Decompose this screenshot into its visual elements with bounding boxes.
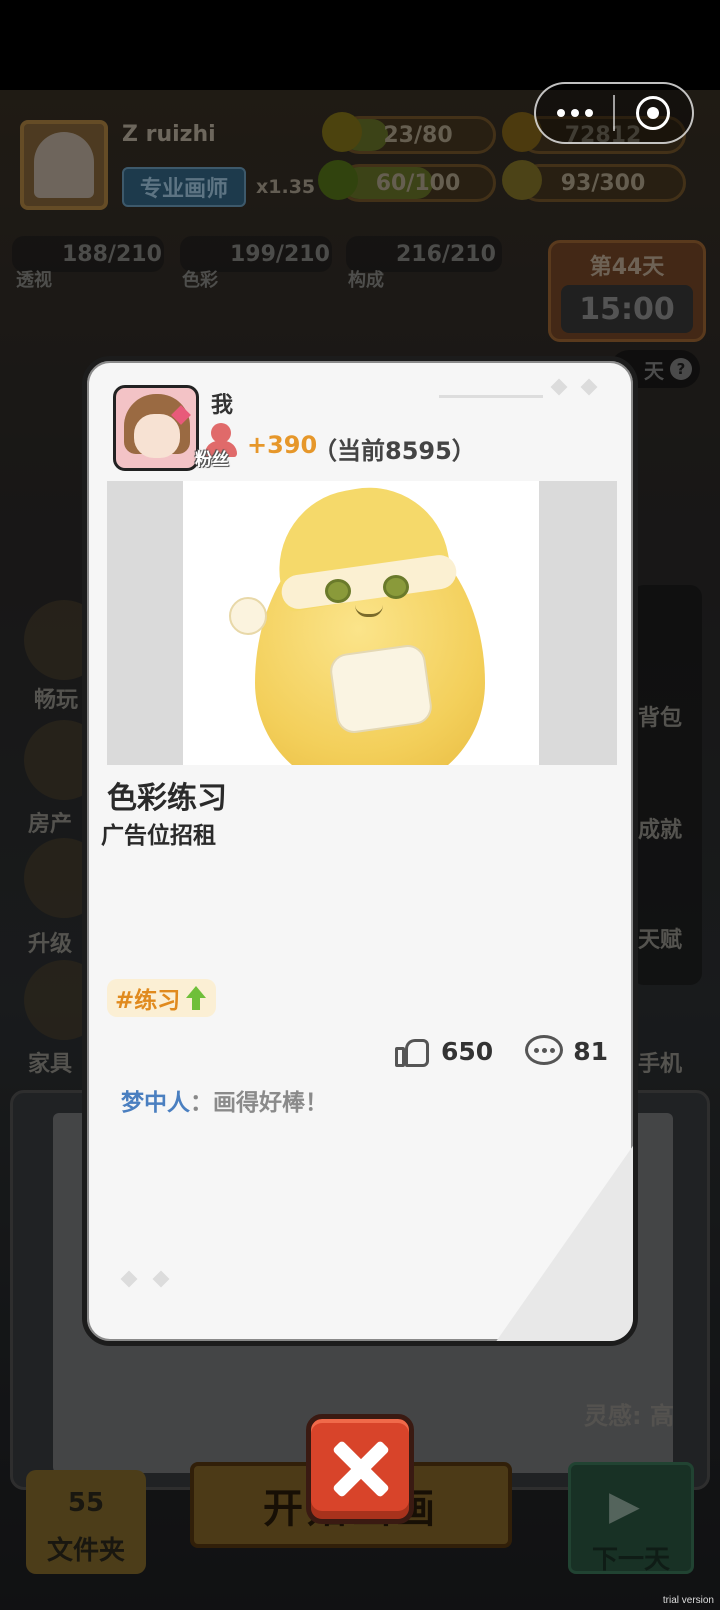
post-stats: 650 81 [393, 1033, 608, 1069]
post-card: 我 粉丝 +390 （当前8595） 色彩练习 广告位招租 #练习 650 81… [82, 356, 638, 1346]
fans-total: （当前8595） [313, 437, 476, 465]
up-arrow-icon [186, 986, 207, 1010]
status-bar-area [0, 0, 720, 90]
decor-line [439, 395, 543, 398]
trial-watermark: trial version [662, 1595, 714, 1606]
author-name: 我 [211, 393, 234, 418]
diamond-decor [550, 378, 568, 396]
comment-icon[interactable] [525, 1033, 564, 1069]
comment-entry: 梦中人：画得好棒！ [121, 1083, 328, 1117]
comment-colon: ： [190, 1090, 213, 1116]
author-avatar [113, 385, 199, 471]
fans-label: 粉丝 [195, 450, 229, 470]
comment-text: 画得好棒！ [213, 1090, 328, 1116]
diamond-decor [120, 1270, 138, 1288]
close-button[interactable] [306, 1414, 414, 1524]
post-tag[interactable]: #练习 [107, 979, 217, 1017]
like-count: 650 [441, 1036, 494, 1066]
artwork-frame [107, 481, 617, 765]
artwork-image [183, 481, 539, 765]
target-icon[interactable] [615, 96, 692, 130]
post-title: 色彩练习 [107, 781, 227, 816]
post-subtitle: 广告位招租 [101, 823, 216, 849]
miniprogram-capsule [534, 82, 694, 144]
comment-user: 梦中人 [121, 1090, 190, 1116]
close-icon [330, 1439, 390, 1499]
comment-count: 81 [573, 1036, 608, 1066]
diamond-decor [152, 1270, 170, 1288]
more-dots-icon[interactable] [536, 109, 613, 117]
thumbs-up-icon[interactable] [393, 1033, 431, 1069]
fans-gain: +390 [247, 431, 318, 459]
tag-label: #练习 [115, 988, 181, 1014]
diamond-decor [580, 378, 598, 396]
